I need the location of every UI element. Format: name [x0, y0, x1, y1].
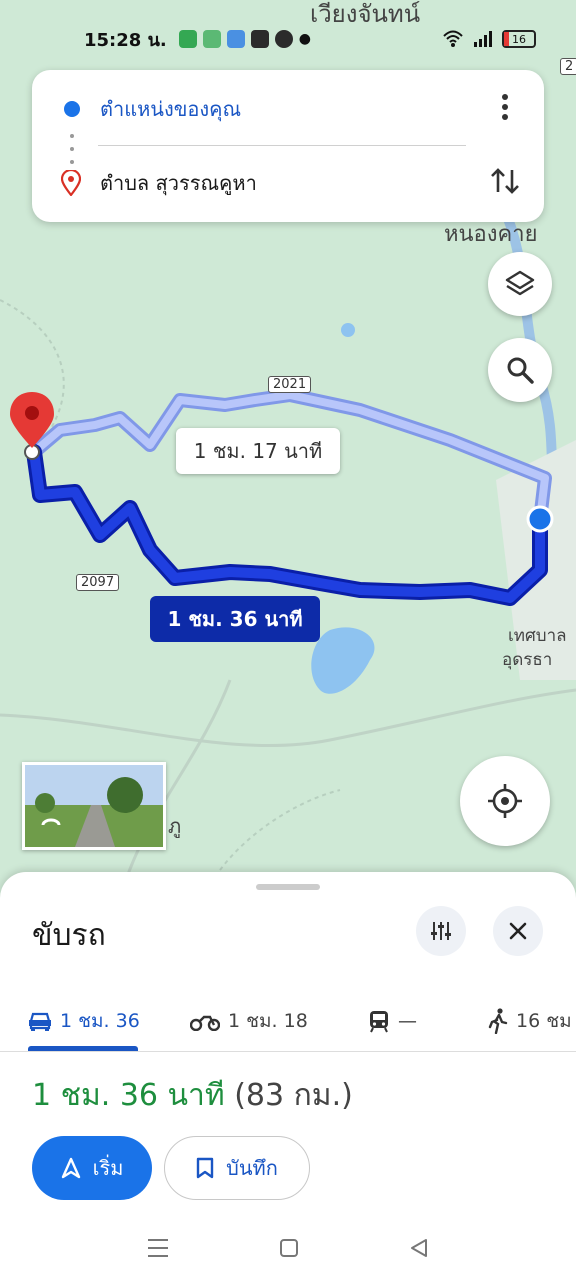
streetview-thumbnail[interactable] — [22, 762, 166, 850]
close-icon — [509, 922, 527, 940]
summary-duration: 1 ชม. 36 นาที — [32, 1078, 225, 1113]
crosshair-icon — [488, 784, 522, 818]
recent-apps-icon[interactable] — [146, 1237, 170, 1259]
bookmark-icon — [196, 1157, 214, 1179]
route-divider — [98, 145, 466, 146]
route-summary: 1 ชม. 36 นาที (83 กม.) — [32, 1072, 353, 1119]
tab-transit[interactable]: — — [368, 996, 417, 1046]
search-button[interactable] — [488, 338, 552, 402]
app-notification-icon-2 — [226, 30, 245, 48]
road-shield-2: 2 — [560, 58, 576, 75]
origin-text: ตำแหน่งของคุณ — [100, 97, 242, 121]
map-label-municipality: เทศบาล — [508, 626, 567, 646]
more-notifications-dot: ● — [298, 31, 311, 47]
main-route-duration-label[interactable]: 1 ชม. 36 นาที — [150, 596, 320, 642]
destination-pin-icon — [61, 170, 81, 196]
map-label-phu: ภู — [168, 814, 182, 838]
close-button[interactable] — [493, 906, 543, 956]
tab-motorcycle-label: 1 ชม. 18 — [228, 1010, 308, 1032]
sliders-icon — [431, 922, 451, 940]
save-label: บันทึก — [226, 1156, 278, 1180]
motorcycle-icon — [190, 1015, 220, 1031]
search-icon — [507, 357, 534, 384]
travel-mode-title: ขับรถ — [32, 918, 106, 953]
tab-walk-label: 16 ชม — [516, 1010, 572, 1032]
layers-icon — [505, 270, 535, 296]
destination-row[interactable]: ตำบล สุวรรณคูหา — [32, 152, 544, 214]
tab-drive-label: 1 ชม. 36 — [60, 1010, 140, 1032]
navigation-arrow-icon — [61, 1157, 80, 1179]
wifi-icon — [443, 30, 463, 47]
start-navigation-button[interactable]: เริ่ม — [32, 1136, 152, 1200]
tab-walk[interactable]: 16 ชม — [488, 996, 572, 1046]
train-icon — [370, 1011, 388, 1033]
home-icon[interactable] — [278, 1237, 300, 1259]
map-label-udon: อุดรธา — [502, 650, 553, 670]
road-shield-2021: 2021 — [268, 376, 312, 393]
active-tab-indicator — [28, 1046, 138, 1051]
route-options-button[interactable] — [416, 906, 466, 956]
layers-button[interactable] — [488, 252, 552, 316]
app-notification-icon — [202, 30, 221, 48]
app-notification-icon-3 — [274, 30, 293, 48]
road-shield-2097: 2097 — [76, 574, 120, 591]
status-bar: 15:28 น. ● 16 — [0, 24, 576, 54]
save-route-button[interactable]: บันทึก — [164, 1136, 310, 1200]
tab-motorcycle[interactable]: 1 ชม. 18 — [190, 996, 308, 1046]
sheet-drag-handle[interactable] — [256, 884, 320, 890]
tab-transit-label: — — [398, 1010, 417, 1032]
signal-icon — [474, 31, 492, 47]
travel-mode-tabs: 1 ชม. 36 1 ชม. 18 — 16 ชม — [0, 984, 576, 1052]
battery-level: 16 — [512, 32, 526, 46]
directions-sheet: ขับรถ 1 ชม. 36 1 ชม. 18 — 16 ชม 1 ชม. 36… — [0, 872, 576, 1280]
status-time: 15:28 น. — [84, 29, 167, 51]
system-nav-bar — [0, 1216, 576, 1280]
origin-row[interactable]: ตำแหน่งของคุณ — [32, 78, 544, 140]
back-icon[interactable] — [408, 1237, 430, 1259]
destination-text: ตำบล สุวรรณคูหา — [100, 171, 257, 195]
messages-app-icon — [178, 30, 197, 48]
origin-dot-icon — [64, 101, 80, 117]
status-right: 16 — [442, 30, 536, 48]
tab-drive[interactable]: 1 ชม. 36 — [28, 996, 140, 1046]
swap-directions-icon[interactable] — [488, 164, 522, 198]
more-options-icon[interactable] — [490, 92, 520, 122]
battery-icon: 16 — [502, 30, 536, 48]
route-card: ตำแหน่งของคุณ ตำบล สุวรรณคูหา — [32, 70, 544, 222]
car-icon — [29, 1012, 51, 1031]
line-app-icon — [250, 30, 269, 48]
start-label: เริ่ม — [92, 1156, 124, 1180]
streetview-image — [25, 765, 163, 847]
walking-icon — [488, 1008, 508, 1034]
alt-route-duration-label[interactable]: 1 ชม. 17 นาที — [176, 428, 340, 474]
summary-distance: (83 กม.) — [234, 1078, 353, 1113]
my-location-button[interactable] — [460, 756, 550, 846]
